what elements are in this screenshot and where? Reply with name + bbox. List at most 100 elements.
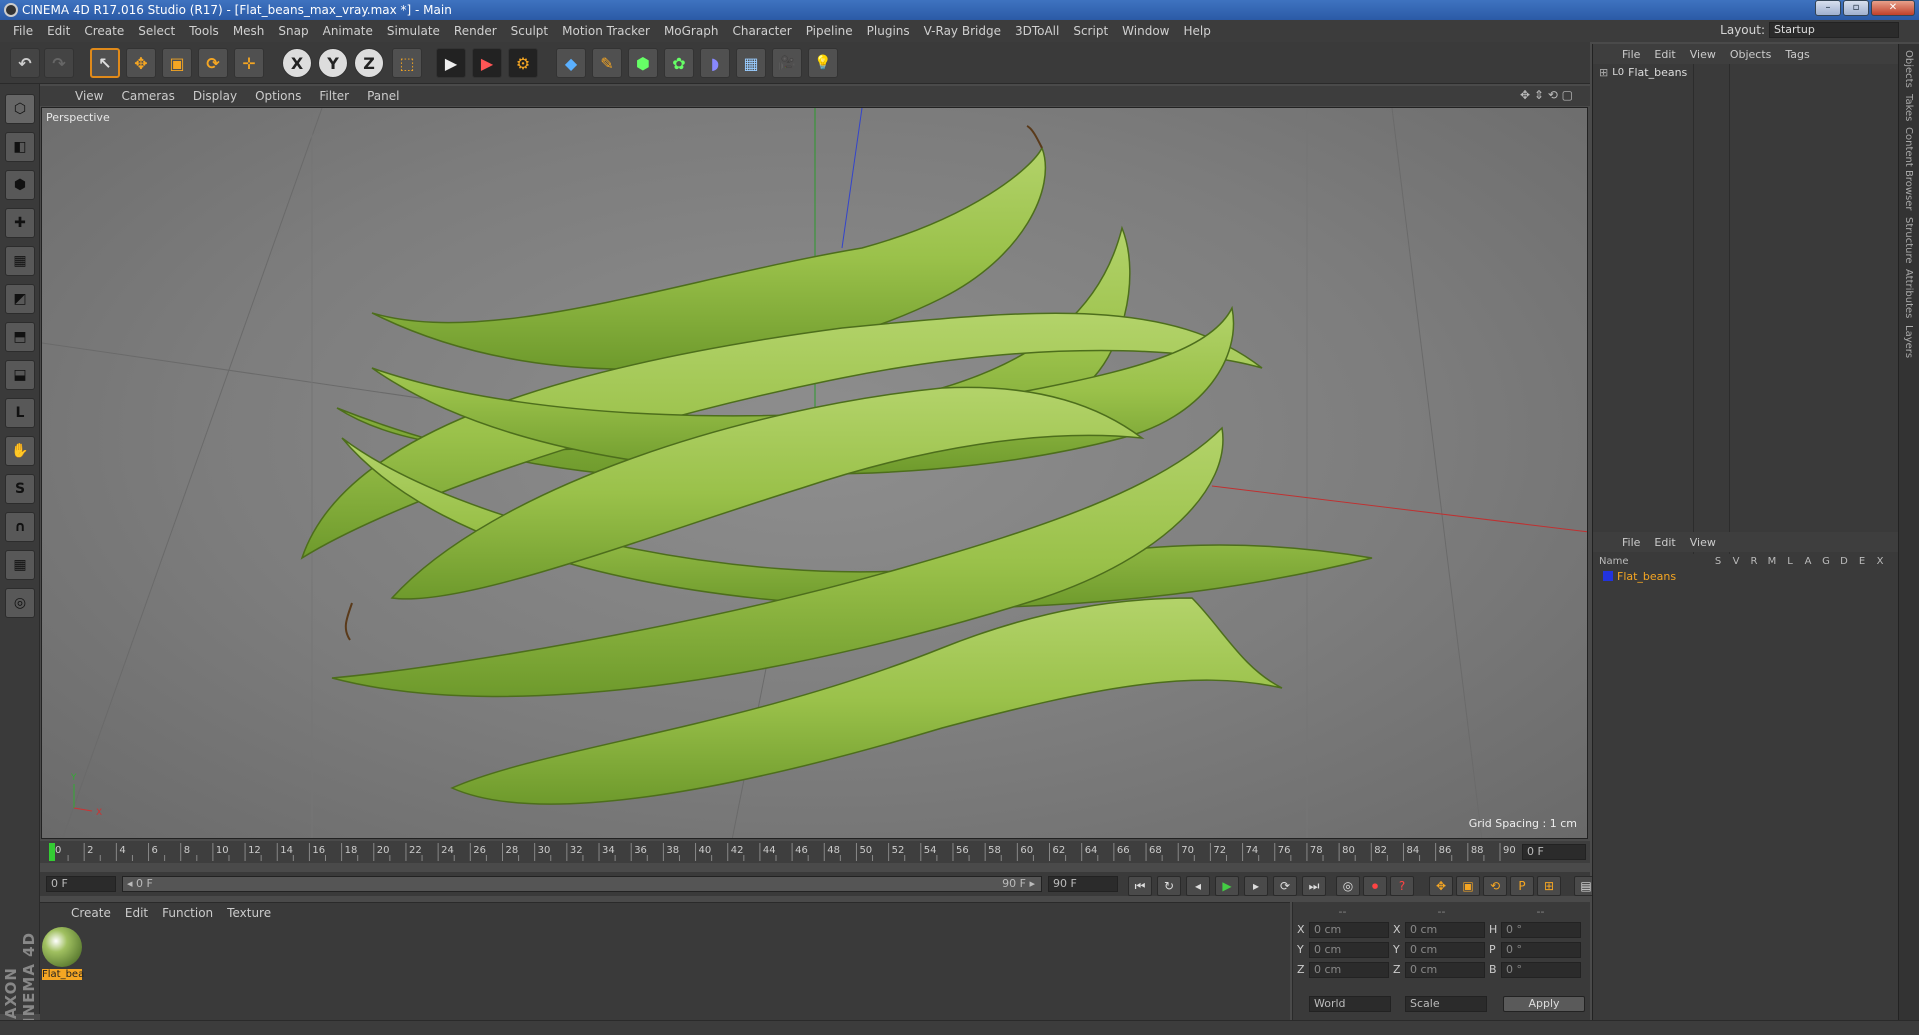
- left-tool-6-icon[interactable]: ⬒: [5, 322, 35, 352]
- side-tab-attributes[interactable]: Attributes: [1903, 269, 1914, 318]
- mograph-cloner-button[interactable]: ✿: [664, 48, 694, 78]
- rotate-tool-button[interactable]: ⟳: [198, 48, 228, 78]
- menu-item-help[interactable]: Help: [1176, 24, 1217, 38]
- object-menu-tags[interactable]: Tags: [1778, 48, 1816, 61]
- floor-object-button[interactable]: ▦: [736, 48, 766, 78]
- left-tool-8-icon[interactable]: L: [5, 398, 35, 428]
- start-frame-field[interactable]: 0 F: [46, 876, 116, 892]
- coord-field-b-y[interactable]: 0 cm: [1405, 942, 1485, 958]
- layer-col-v[interactable]: V: [1727, 556, 1745, 567]
- render-picture-viewer-button[interactable]: ▶: [472, 48, 502, 78]
- scale-tool-button[interactable]: ▣: [162, 48, 192, 78]
- material-swatch[interactable]: Flat_bea: [42, 927, 84, 980]
- play-button[interactable]: ▶: [1215, 876, 1239, 896]
- deformer-button[interactable]: ◗: [700, 48, 730, 78]
- render-view-button[interactable]: ▶: [436, 48, 466, 78]
- redo-button[interactable]: ↷: [44, 48, 74, 78]
- menu-item-3dtoall[interactable]: 3DToAll: [1008, 24, 1066, 38]
- coord-field-a-z[interactable]: 0 cm: [1309, 962, 1389, 978]
- coord-field-b-z[interactable]: 0 cm: [1405, 962, 1485, 978]
- select-tool-button[interactable]: ↖: [90, 48, 120, 78]
- left-tool-10-icon[interactable]: S: [5, 474, 35, 504]
- menu-item-sculpt[interactable]: Sculpt: [504, 24, 555, 38]
- menu-item-snap[interactable]: Snap: [271, 24, 315, 38]
- coord-field-c-z[interactable]: 0 °: [1501, 962, 1581, 978]
- layer-col-name[interactable]: Name: [1599, 556, 1709, 567]
- expand-icon[interactable]: ⊞: [1599, 66, 1608, 79]
- left-tool-4-icon[interactable]: ▦: [5, 246, 35, 276]
- left-tool-5-icon[interactable]: ◩: [5, 284, 35, 314]
- coord-field-b-x[interactable]: 0 cm: [1405, 922, 1485, 938]
- menu-item-render[interactable]: Render: [447, 24, 504, 38]
- layer-col-l[interactable]: L: [1781, 556, 1799, 567]
- viewport-menu-options[interactable]: Options: [246, 89, 310, 103]
- menu-item-edit[interactable]: Edit: [40, 24, 77, 38]
- menu-item-select[interactable]: Select: [131, 24, 182, 38]
- current-frame-field[interactable]: 0 F: [1522, 844, 1586, 860]
- loop-button[interactable]: ↻: [1157, 876, 1181, 896]
- coord-field-c-y[interactable]: 0 °: [1501, 942, 1581, 958]
- live-select-button[interactable]: ✛: [234, 48, 264, 78]
- layer-col-s[interactable]: S: [1709, 556, 1727, 567]
- object-menu-file[interactable]: File: [1615, 48, 1647, 61]
- object-menu-objects[interactable]: Objects: [1723, 48, 1779, 61]
- autokey-button[interactable]: ?: [1390, 876, 1414, 896]
- record-loop-button[interactable]: ⟳: [1273, 876, 1297, 896]
- menu-item-simulate[interactable]: Simulate: [380, 24, 447, 38]
- object-menu-edit[interactable]: Edit: [1647, 48, 1682, 61]
- layer-color-swatch[interactable]: [1603, 571, 1613, 581]
- move-tool-button[interactable]: ✥: [126, 48, 156, 78]
- menu-item-pipeline[interactable]: Pipeline: [799, 24, 860, 38]
- left-tool-7-icon[interactable]: ⬓: [5, 360, 35, 390]
- left-tool-12-icon[interactable]: ▦: [5, 550, 35, 580]
- motion-button[interactable]: ◎: [1336, 876, 1360, 896]
- layer-col-a[interactable]: A: [1799, 556, 1817, 567]
- pla-key-button[interactable]: ⊞: [1537, 876, 1561, 896]
- material-menu-function[interactable]: Function: [155, 906, 220, 920]
- apply-button[interactable]: Apply: [1503, 996, 1585, 1012]
- layer-col-x[interactable]: X: [1871, 556, 1889, 567]
- layer-col-m[interactable]: M: [1763, 556, 1781, 567]
- end-frame-field[interactable]: 90 F: [1048, 876, 1118, 892]
- prev-frame-button[interactable]: ◂: [1186, 876, 1210, 896]
- menu-item-file[interactable]: File: [6, 24, 40, 38]
- menu-item-mesh[interactable]: Mesh: [226, 24, 272, 38]
- go-to-end-button[interactable]: ⏭: [1302, 876, 1326, 896]
- x-axis-lock-button[interactable]: X: [282, 48, 312, 78]
- material-menu-edit[interactable]: Edit: [118, 906, 155, 920]
- left-tool-0-icon[interactable]: ⬡: [5, 94, 35, 124]
- object-row-flat-beans[interactable]: ⊞ L0 Flat_beans: [1593, 64, 1899, 80]
- layer-menu-view[interactable]: View: [1683, 536, 1723, 549]
- undo-button[interactable]: ↶: [10, 48, 40, 78]
- menu-item-tools[interactable]: Tools: [182, 24, 226, 38]
- layer-col-r[interactable]: R: [1745, 556, 1763, 567]
- coord-field-c-x[interactable]: 0 °: [1501, 922, 1581, 938]
- layer-menu-file[interactable]: File: [1615, 536, 1647, 549]
- scale-key-button[interactable]: ▣: [1456, 876, 1480, 896]
- timeline-ruler[interactable]: 0 2 4 6 8 10 12 14 16 18 20 22 24 26 28 30 32 34 36 38 40 42 4…: [40, 841, 1590, 863]
- object-menu-view[interactable]: View: [1683, 48, 1723, 61]
- side-tab-takes[interactable]: Takes: [1903, 94, 1914, 121]
- left-tool-13-icon[interactable]: ◎: [5, 588, 35, 618]
- y-axis-lock-button[interactable]: Y: [318, 48, 348, 78]
- close-button[interactable]: ✕: [1871, 0, 1915, 16]
- param-key-button[interactable]: P: [1510, 876, 1534, 896]
- layout-dropdown[interactable]: Startup: [1769, 22, 1899, 38]
- material-menu-texture[interactable]: Texture: [220, 906, 278, 920]
- left-tool-3-icon[interactable]: ✚: [5, 208, 35, 238]
- viewport-nav-icons[interactable]: ✥ ⇕ ⟲ ▢: [1520, 88, 1573, 102]
- pen-spline-button[interactable]: ✎: [592, 48, 622, 78]
- menu-item-create[interactable]: Create: [77, 24, 131, 38]
- left-tool-2-icon[interactable]: ⬢: [5, 170, 35, 200]
- viewport-menu-view[interactable]: View: [66, 89, 112, 103]
- coord-space-dropdown[interactable]: World: [1309, 996, 1391, 1012]
- minimize-button[interactable]: –: [1815, 0, 1841, 16]
- side-tab-layers[interactable]: Layers: [1903, 325, 1914, 358]
- camera-object-button[interactable]: 🎥: [772, 48, 802, 78]
- side-tab-objects[interactable]: Objects: [1903, 50, 1914, 88]
- frame-range-slider[interactable]: ◂ 0 F 90 F ▸: [122, 876, 1042, 892]
- material-menu-create[interactable]: Create: [64, 906, 118, 920]
- coord-field-a-y[interactable]: 0 cm: [1309, 942, 1389, 958]
- menu-item-character[interactable]: Character: [725, 24, 798, 38]
- z-axis-lock-button[interactable]: Z: [354, 48, 384, 78]
